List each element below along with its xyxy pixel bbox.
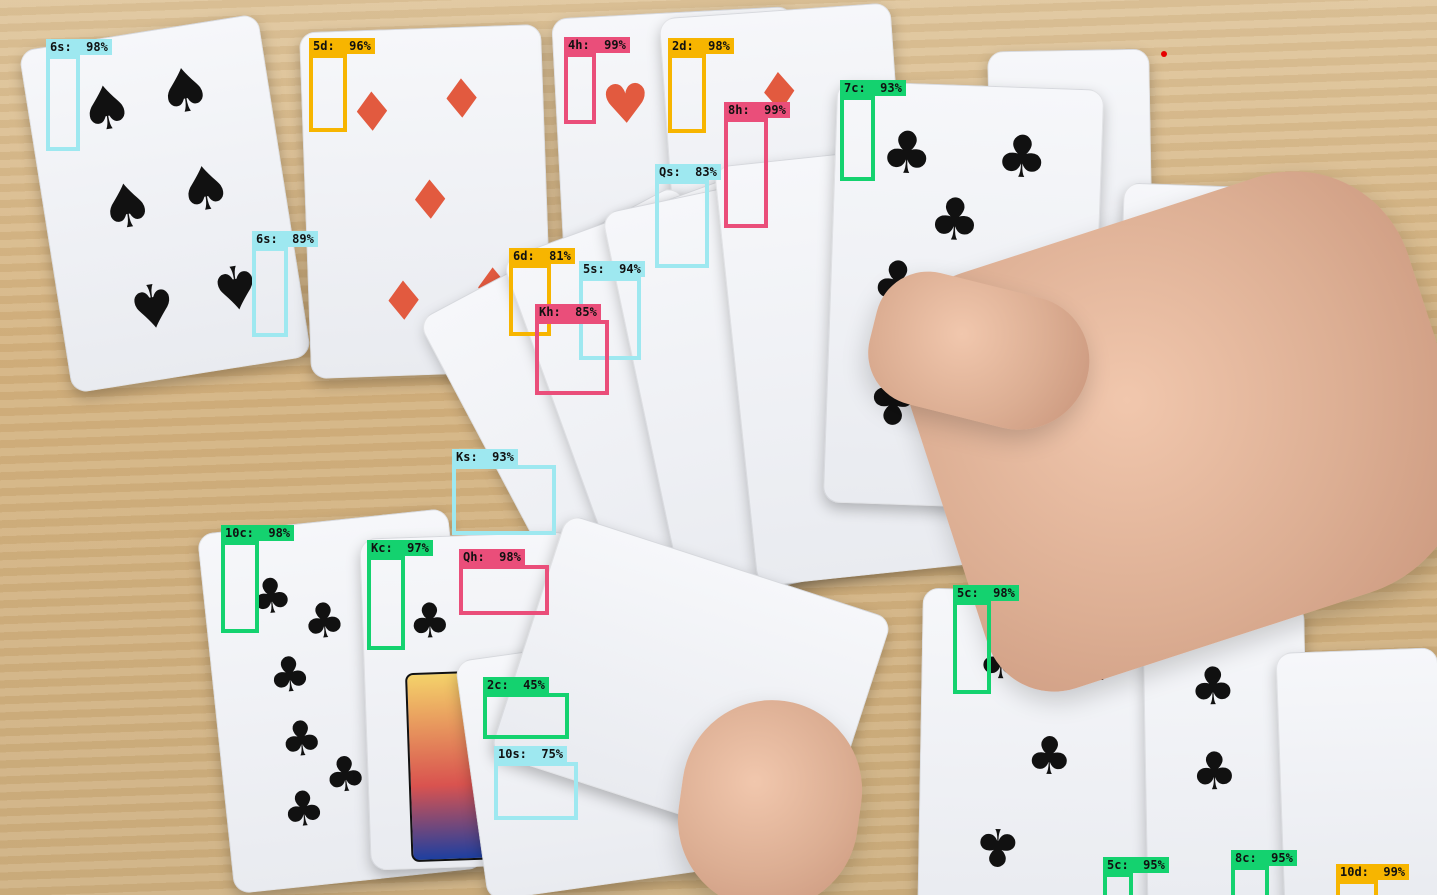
spade-icon: ♠: [152, 52, 217, 131]
detection-box: [483, 693, 569, 739]
detection-label: 2c: 45%: [483, 677, 549, 693]
red-dot: [1161, 51, 1167, 57]
detection-label: Ks: 93%: [452, 449, 518, 465]
detection-label: 6s: 98%: [46, 39, 112, 55]
detection-box: [564, 53, 596, 124]
detection-label: 2d: 98%: [668, 38, 734, 54]
detection-label: 5s: 94%: [579, 261, 645, 277]
diamond-icon: ♦: [346, 80, 398, 145]
club-icon: ♣: [265, 645, 314, 706]
spade-icon: ♠: [74, 70, 139, 148]
detection-box: [459, 565, 549, 615]
detection-box: [840, 96, 875, 181]
detection-box: [1336, 880, 1378, 895]
detection-box: [46, 55, 80, 151]
detection-label: Qs: 83%: [655, 164, 721, 180]
club-icon: ♣: [279, 779, 328, 840]
detection-label: 4h: 99%: [564, 37, 630, 53]
detection-box: [367, 556, 405, 650]
heart-icon: ♥: [600, 71, 652, 137]
club-icon: ♣: [927, 184, 982, 255]
detection-label: 5c: 98%: [953, 585, 1019, 601]
detection-box: [494, 762, 578, 820]
diamond-icon: ♦: [378, 269, 429, 334]
club-icon: ♣: [299, 591, 349, 652]
detection-label: 6s: 89%: [252, 231, 318, 247]
detection-box: [452, 465, 556, 535]
club-icon: ♣: [1190, 741, 1239, 803]
detection-box: [1231, 866, 1269, 895]
card-ten-of-diamonds: [1275, 647, 1437, 895]
detection-label: 5c: 95%: [1103, 857, 1169, 873]
detection-label: 10s: 75%: [494, 746, 568, 762]
detection-label: Kc: 97%: [367, 540, 433, 556]
detection-label: 8c: 95%: [1231, 850, 1297, 866]
club-icon: ♣: [276, 709, 326, 770]
club-icon: ♣: [879, 118, 935, 188]
detection-box: [252, 247, 288, 337]
detection-box: [535, 320, 609, 395]
spade-icon: ♠: [120, 265, 185, 343]
photo-stage: ♠ ♠ ♠ ♠ ♠ ♠ ♦ ♦ ♦ ♦ ♦ ♥ ♦ ♥ ♥ ♣ ♣ ♣ ♣ ♣ …: [0, 0, 1437, 895]
detection-box: [953, 601, 991, 694]
detection-label: 10d: 99%: [1336, 864, 1410, 880]
detection-label: 5d: 96%: [309, 38, 375, 54]
detection-box: [668, 54, 706, 133]
detection-label: Kh: 85%: [535, 304, 601, 320]
detection-box: [655, 180, 709, 268]
spade-icon: ♠: [173, 150, 238, 229]
club-icon: ♣: [407, 592, 453, 651]
club-icon: ♣: [1189, 656, 1237, 718]
club-icon: ♣: [973, 815, 1022, 877]
detection-box: [309, 54, 347, 132]
diamond-icon: ♦: [436, 66, 487, 132]
club-icon: ♣: [1025, 726, 1074, 788]
diamond-icon: ♦: [404, 168, 456, 233]
detection-label: 7c: 93%: [840, 80, 906, 96]
detection-box: [1103, 873, 1133, 895]
spade-icon: ♠: [94, 168, 160, 246]
detection-label: 10c: 98%: [221, 525, 295, 541]
detection-box: [724, 118, 768, 228]
detection-label: Qh: 98%: [459, 549, 525, 565]
detection-box: [221, 541, 259, 633]
club-icon: ♣: [320, 744, 370, 806]
detection-label: 6d: 81%: [509, 248, 575, 264]
club-icon: ♣: [994, 122, 1050, 192]
detection-label: 8h: 99%: [724, 102, 790, 118]
